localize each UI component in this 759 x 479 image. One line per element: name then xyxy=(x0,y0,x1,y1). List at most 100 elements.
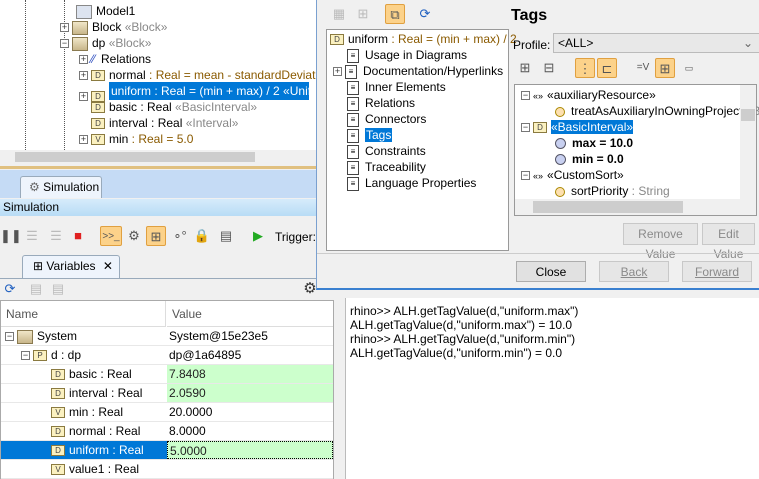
variables-tab-icon: ⊞ xyxy=(33,259,44,273)
grid-icon[interactable]: ▦ xyxy=(329,4,349,24)
stereotype-icon: «» xyxy=(533,171,544,181)
refresh-icon[interactable]: ⟳ xyxy=(0,279,20,299)
pause-icon[interactable]: ❚❚ xyxy=(0,226,22,246)
property-icon: D xyxy=(91,102,105,114)
back-button[interactable]: Back xyxy=(599,261,669,282)
console-line: rhino>> ALH.getTagValue(d,"uniform.max") xyxy=(350,304,579,318)
run-config-icon[interactable]: ▶ xyxy=(248,226,268,246)
collapse-all-icon[interactable]: ⊟ xyxy=(539,58,559,78)
horizontal-scrollbar[interactable] xyxy=(515,199,756,215)
block-icon xyxy=(72,20,88,35)
collapse-icon[interactable]: − xyxy=(521,171,530,181)
expand-icon[interactable]: + xyxy=(333,67,342,77)
text-view-icon[interactable]: ▭ xyxy=(679,58,699,78)
remove-value-button[interactable]: Remove Value xyxy=(623,223,698,261)
copy-icon[interactable]: ⧉ xyxy=(385,4,405,24)
collapse-icon[interactable]: − xyxy=(60,39,69,49)
property-icon: D xyxy=(51,426,65,438)
tree-item-min[interactable]: + Vmin : Real = 5.0 xyxy=(79,130,193,148)
edit-value-button[interactable]: Edit Value xyxy=(702,223,755,261)
variable-value[interactable]: dp@1a64895 xyxy=(167,346,333,364)
property-icon: D xyxy=(51,388,65,400)
column-header-name[interactable]: Name xyxy=(1,301,166,327)
property-icon: D xyxy=(91,118,105,130)
import-value-icon[interactable]: ▤ xyxy=(48,279,68,299)
property-icon: V xyxy=(51,407,65,419)
collapse-icon[interactable]: − xyxy=(5,332,14,342)
table-row[interactable]: − System System@15e23e5 xyxy=(1,327,333,346)
specification-dialog: ▦ ⊞ ⧉ ⟳ Duniform : Real = (min + max) / … xyxy=(316,0,759,290)
property-icon: D xyxy=(533,122,547,134)
tree-icon[interactable]: ⊞ xyxy=(353,4,373,24)
variables-icon[interactable]: ⊞ xyxy=(146,226,166,246)
tab-simulation[interactable]: ⚙ Simulation xyxy=(20,176,102,198)
horizontal-scrollbar[interactable] xyxy=(0,150,316,164)
property-icon: P xyxy=(33,350,47,362)
console-icon[interactable]: >>_ xyxy=(100,226,122,246)
page-icon: ≡ xyxy=(347,48,359,63)
console-line: rhino>> ALH.getTagValue(d,"uniform.min") xyxy=(350,332,576,346)
expand-all-icon[interactable]: ⊞ xyxy=(515,58,535,78)
tab-variables[interactable]: ⊞ Variables ✕ xyxy=(22,255,120,278)
page-icon: ≡ xyxy=(345,64,357,79)
breakpoints-icon[interactable]: ∘° xyxy=(170,226,190,246)
property-icon: D xyxy=(330,34,344,46)
export-icon[interactable]: ▤ xyxy=(216,226,236,246)
variable-value[interactable]: 8.0000 xyxy=(167,422,333,440)
table-row[interactable]: Vvalue1 : Real xyxy=(1,460,333,479)
step-over-icon[interactable]: ☰ xyxy=(46,226,66,246)
expand-icon[interactable]: + xyxy=(60,23,69,33)
close-tab-icon[interactable]: ✕ xyxy=(103,259,113,273)
refresh-icon[interactable]: ⟳ xyxy=(415,4,435,24)
variable-value[interactable]: 7.8408 xyxy=(167,365,333,383)
column-header-value[interactable]: Value xyxy=(167,301,333,327)
tag-item[interactable]: sortPriority : String xyxy=(555,182,670,200)
stop-icon[interactable]: ■ xyxy=(68,226,88,246)
containment-tree[interactable]: Model1 + Block «Block» − dp «Block» + ⁄⁄ Rel… xyxy=(0,0,331,150)
variable-name: basic : Real xyxy=(69,367,132,381)
expand-icon[interactable]: + xyxy=(79,71,88,81)
export-value-icon[interactable]: ▤ xyxy=(26,279,46,299)
tags-tree[interactable]: − «» «auxiliaryResource» treatAsAuxiliaryIn… xyxy=(514,84,759,216)
variables-table: Name Value − System System@15e23e5− Pd : d… xyxy=(0,300,334,479)
variable-value[interactable]: 5.0000 xyxy=(167,441,333,459)
slot-icon xyxy=(555,154,566,166)
expand-icon[interactable]: + xyxy=(79,135,88,145)
collapse-icon[interactable]: − xyxy=(21,351,30,361)
show-values-icon[interactable]: =V xyxy=(633,58,653,78)
group-icon[interactable]: ⊏ xyxy=(597,58,617,78)
grid-view-icon[interactable]: ⊞ xyxy=(655,58,675,78)
variable-value[interactable] xyxy=(167,460,333,478)
expand-icon[interactable]: + xyxy=(79,55,88,65)
animation-icon[interactable]: ⚙ xyxy=(124,226,144,246)
expand-icon[interactable]: + xyxy=(79,92,88,102)
variable-name: interval : Real xyxy=(69,386,143,400)
variable-name: d : dp xyxy=(51,348,82,362)
show-stereotypes-icon[interactable]: ⋮ xyxy=(575,58,595,78)
variable-name: min : Real xyxy=(69,405,124,419)
nav-tree[interactable]: Duniform : Real = (min + max) / 2 ≡ Usage… xyxy=(326,29,517,251)
variable-value[interactable]: 2.0590 xyxy=(167,384,333,402)
table-row[interactable]: − Pd : dp dp@1a64895 xyxy=(1,346,333,365)
panel-title: Simulation xyxy=(0,199,316,216)
forward-button[interactable]: Forward xyxy=(682,261,752,282)
table-row[interactable]: Dinterval : Real 2.0590 xyxy=(1,384,333,403)
table-row[interactable]: Dnormal : Real 8.0000 xyxy=(1,422,333,441)
lock-icon[interactable]: 🔒 xyxy=(192,226,212,246)
collapse-icon[interactable]: − xyxy=(521,123,530,133)
variable-value[interactable]: 20.0000 xyxy=(167,403,333,421)
table-row[interactable]: Duniform : Real 5.0000 xyxy=(1,441,333,460)
vertical-scrollbar[interactable] xyxy=(740,85,756,201)
console-output[interactable]: rhino>> ALH.getTagValue(d,"uniform.max")… xyxy=(345,298,759,479)
table-row[interactable]: Vmin : Real 20.0000 xyxy=(1,403,333,422)
table-row[interactable]: Dbasic : Real 7.8408 xyxy=(1,365,333,384)
property-icon: D xyxy=(51,369,65,381)
step-into-icon[interactable]: ☰ xyxy=(22,226,42,246)
nav-item[interactable]: ≡ Language Properties xyxy=(347,174,476,192)
collapse-icon[interactable]: − xyxy=(521,91,530,101)
property-icon: V xyxy=(51,464,65,476)
tag-property-icon xyxy=(555,186,565,197)
profile-select[interactable]: <ALL> ⌄ xyxy=(553,33,759,53)
variable-value[interactable]: System@15e23e5 xyxy=(167,327,333,345)
close-button[interactable]: Close xyxy=(516,261,586,282)
